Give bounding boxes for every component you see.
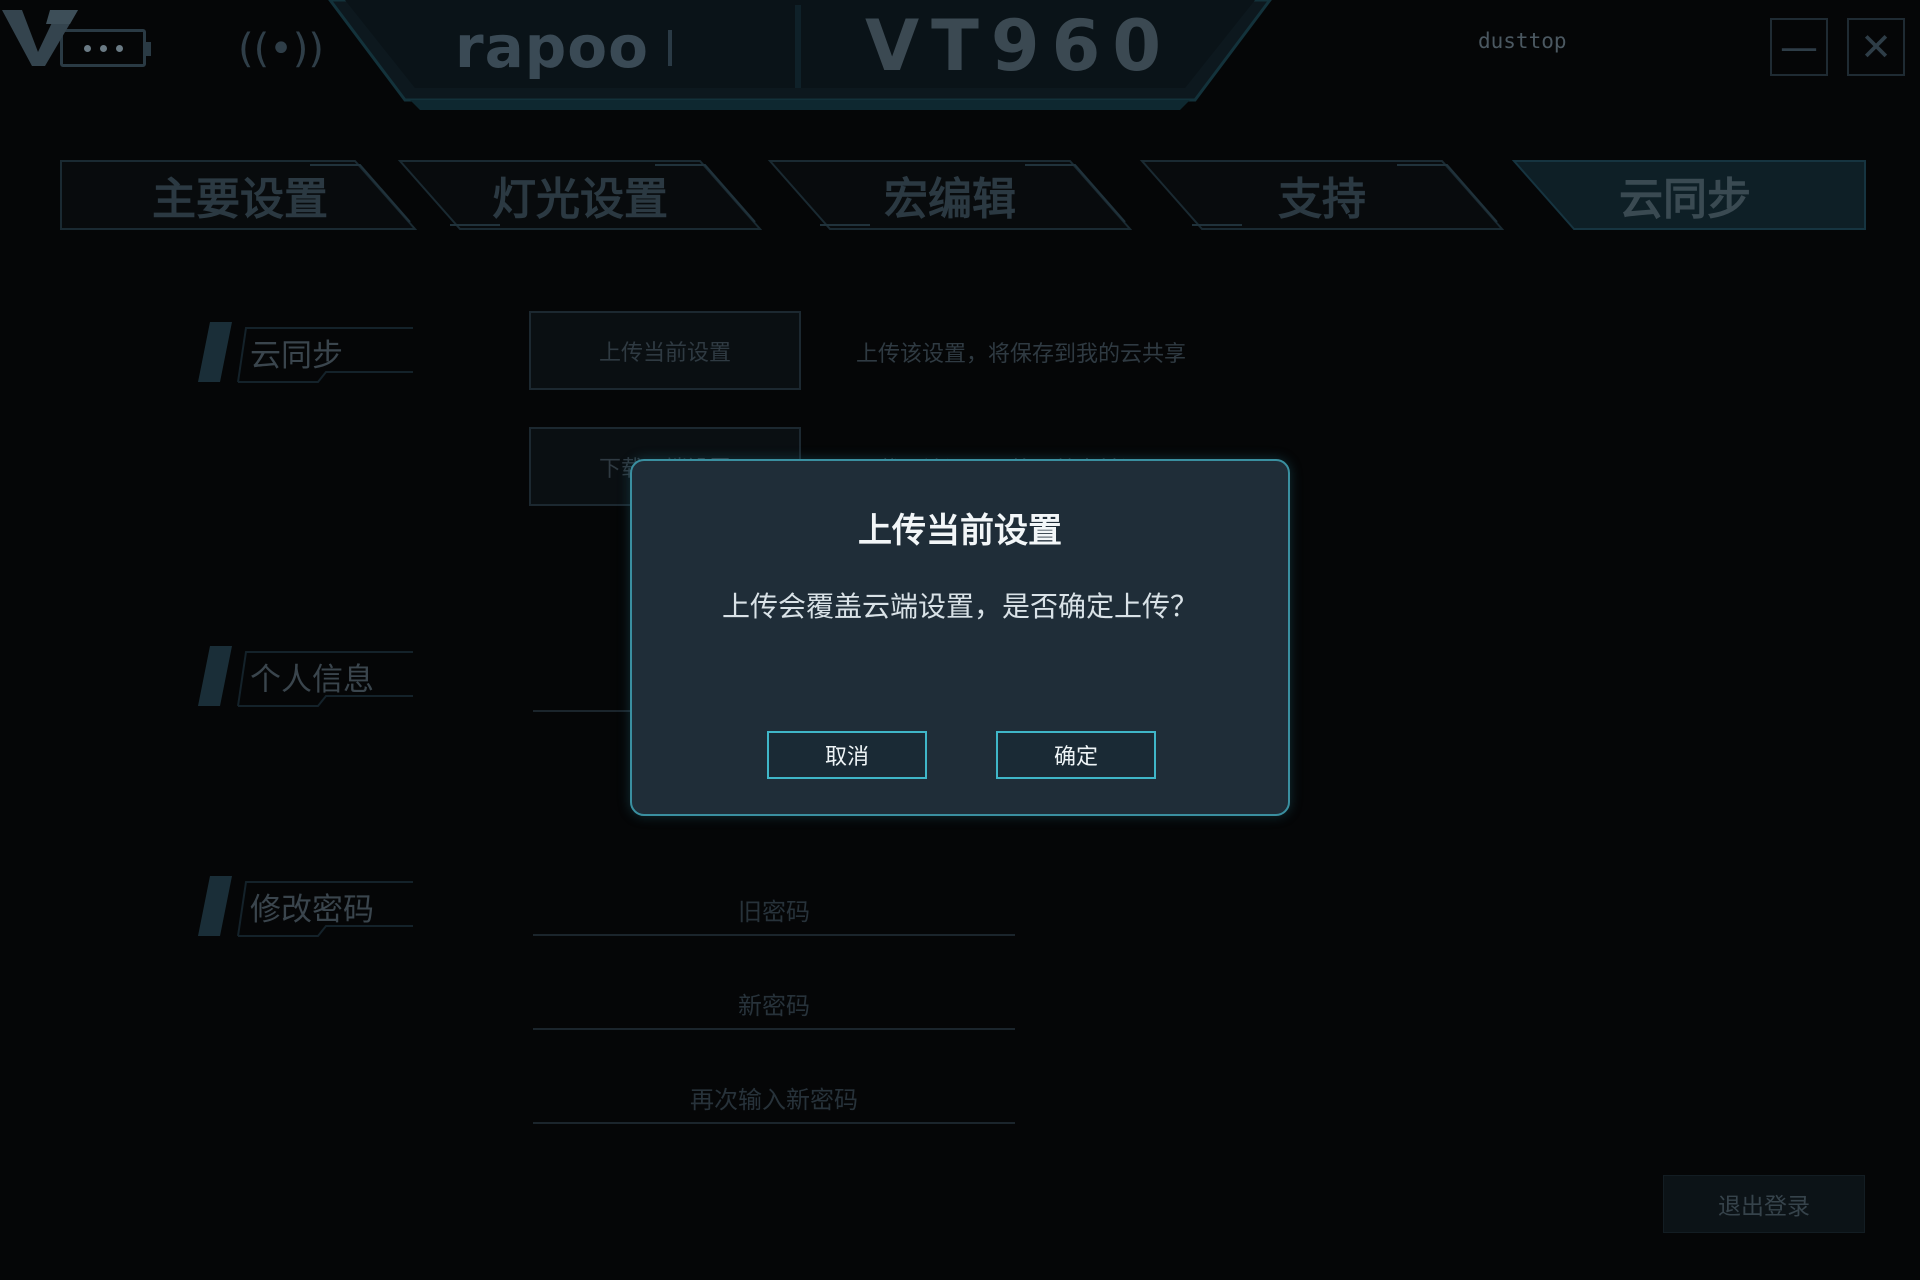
minimize-icon: — — [1780, 25, 1818, 69]
section-title: 个人信息 — [250, 662, 374, 698]
main-tabs: 主要设置 灯光设置 宏编辑 支持 云同步 — [60, 160, 1866, 230]
old-password-field[interactable]: 旧密码 — [533, 884, 1015, 936]
tab-macro-editor[interactable]: 宏编辑 — [760, 160, 1140, 230]
section-title: 云同步 — [250, 338, 343, 374]
section-change-password: 修改密码 — [198, 874, 428, 938]
tab-label: 主要设置 — [152, 174, 328, 225]
upload-settings-button[interactable]: 上传当前设置 — [529, 311, 801, 390]
close-icon: ✕ — [1860, 25, 1892, 69]
new-password-field[interactable]: 新密码 — [533, 978, 1015, 1030]
device-model: VT960 — [865, 5, 1174, 87]
cancel-button[interactable]: 取消 — [767, 731, 927, 779]
tab-label: 灯光设置 — [492, 174, 668, 225]
section-profile: 个人信息 — [198, 644, 428, 708]
brand-logo: rapoo — [455, 13, 649, 81]
minimize-button[interactable]: — — [1770, 18, 1828, 76]
tab-label: 宏编辑 — [884, 174, 1016, 225]
upload-confirm-dialog: 上传当前设置 上传会覆盖云端设置，是否确定上传？ 取消 确定 — [630, 459, 1290, 816]
brand-separator — [668, 30, 672, 66]
confirm-password-field[interactable]: 再次输入新密码 — [533, 1072, 1015, 1124]
dialog-message: 上传会覆盖云端设置，是否确定上传？ — [721, 590, 1198, 623]
confirm-button[interactable]: 确定 — [996, 731, 1156, 779]
username-label: dusttop — [1478, 29, 1567, 53]
brand-v-logo-icon — [2, 10, 78, 66]
tab-lighting-settings[interactable]: 灯光设置 — [390, 160, 770, 230]
tab-support[interactable]: 支持 — [1132, 160, 1512, 230]
tab-label: 支持 — [1278, 174, 1366, 225]
tab-main-settings[interactable]: 主要设置 — [60, 160, 420, 230]
close-button[interactable]: ✕ — [1847, 18, 1905, 76]
upload-description: 上传该设置，将保存到我的云共享 — [856, 342, 1187, 367]
tab-cloud-sync[interactable]: 云同步 — [1504, 160, 1866, 230]
dialog-title: 上传当前设置 — [858, 511, 1062, 551]
logout-button[interactable]: 退出登录 — [1663, 1175, 1865, 1233]
wireless-signal-icon: ((•)) — [238, 26, 325, 72]
tab-label: 云同步 — [1619, 174, 1751, 225]
section-cloud-sync: 云同步 — [198, 320, 428, 384]
title-bar: ((•)) rapoo VT960 dusttop — ✕ — [0, 0, 1920, 115]
section-title: 修改密码 — [250, 892, 374, 928]
